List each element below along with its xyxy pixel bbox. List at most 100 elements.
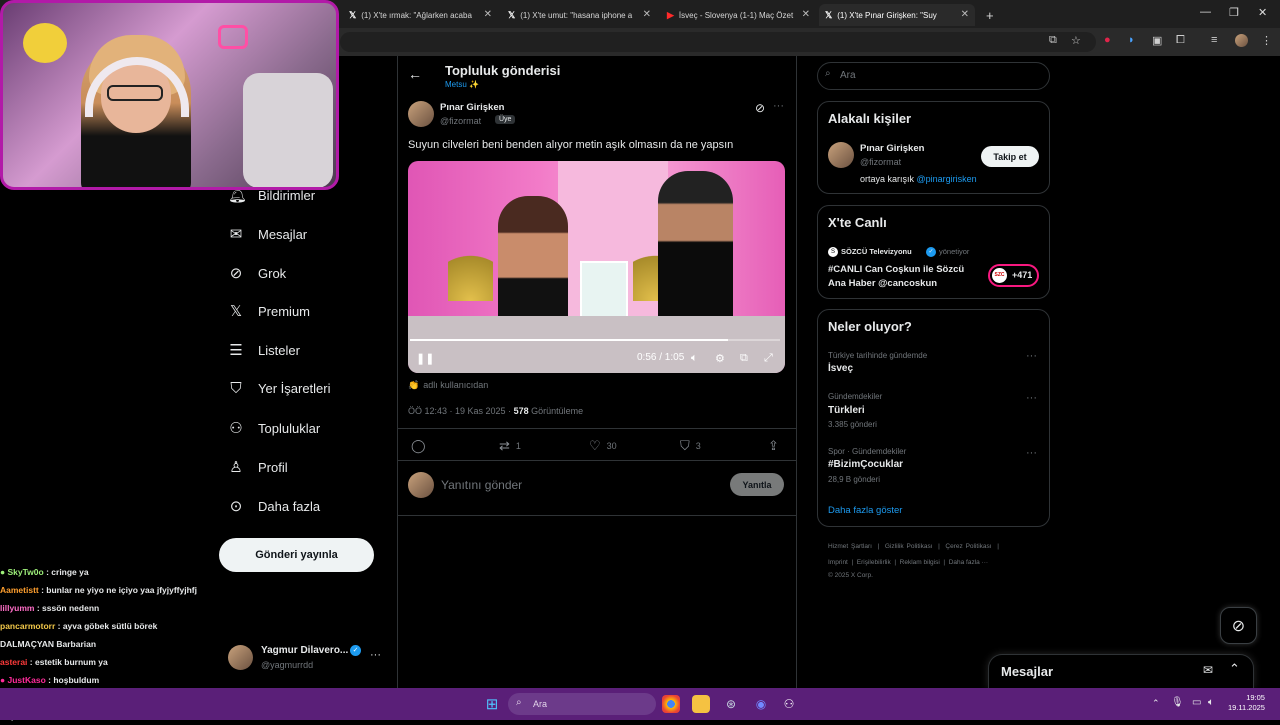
live-listeners[interactable]: SZC +471 <box>988 264 1039 287</box>
volume-icon[interactable]: 🔈︎ <box>1208 697 1214 708</box>
star-icon[interactable]: ☆ <box>1071 34 1081 47</box>
folder-icon[interactable] <box>692 695 710 713</box>
footer-link[interactable]: Daha fazla ··· <box>949 559 988 566</box>
more-icon[interactable]: ··· <box>773 100 784 112</box>
browser-tab-3[interactable]: ▶ İsveç - Slovenya (1-1) Maç Özet ✕ <box>661 4 816 26</box>
trend-name[interactable]: İsveç <box>828 363 853 374</box>
nav-item-premium[interactable]: 𝕏 Premium <box>228 302 310 320</box>
trend-name[interactable]: Türkleri <box>828 405 865 416</box>
author-handle[interactable]: @fizormat <box>440 116 481 126</box>
install-icon[interactable]: ⧉ <box>1049 34 1057 47</box>
media-icon[interactable]: ≡ <box>1211 34 1217 46</box>
show-more-link[interactable]: Daha fazla göster <box>828 505 902 516</box>
post-button[interactable]: Gönderi yayınla <box>219 538 374 572</box>
nav-item-profile[interactable]: ♙ Profil <box>228 458 287 476</box>
close-icon[interactable]: ✕ <box>484 9 492 20</box>
video-progress-bar[interactable] <box>410 339 780 341</box>
close-icon[interactable]: ✕ <box>961 9 969 20</box>
network-icon[interactable]: ▭ <box>1192 697 1201 708</box>
footer-link[interactable]: Gizlilik Politikası <box>885 543 933 550</box>
related-name[interactable]: Pınar Girişken <box>860 143 924 154</box>
nav-item-communities[interactable]: ⚇ Topluluklar <box>228 419 320 437</box>
messages-drawer[interactable]: Mesajlar ✉ ⌃ <box>988 654 1254 688</box>
chat-username[interactable]: lillyumm <box>0 603 34 613</box>
author-name[interactable]: Pınar Girişken <box>440 102 504 113</box>
nav-item-grok[interactable]: ⊘ Grok <box>228 264 286 282</box>
post-video[interactable] <box>408 161 785 373</box>
nav-item-bookmarks[interactable]: ⛉ Yer İşaretleri <box>228 380 330 397</box>
chrome-icon[interactable] <box>662 695 680 713</box>
browser-tab-2[interactable]: 𝕏 (1) X'te umut: "hasana iphone a ✕ <box>502 4 657 26</box>
trend-name[interactable]: #BizimÇocuklar <box>828 459 903 470</box>
maximize-icon[interactable]: ❐ <box>1229 6 1239 19</box>
account-switcher[interactable]: Yagmur Dilavero... ✓ @yagmurrdd ··· <box>228 645 388 675</box>
volume-icon[interactable]: 🔈︎ <box>691 352 698 365</box>
more-icon[interactable]: ··· <box>1026 350 1037 362</box>
puzzle-icon[interactable]: ⧠ <box>1176 34 1185 47</box>
close-window-icon[interactable]: ✕ <box>1258 6 1267 19</box>
grok-button[interactable]: ⊘ <box>1220 607 1257 644</box>
more-icon[interactable]: ··· <box>1026 447 1037 459</box>
expand-icon[interactable]: ⌃ <box>1229 661 1240 677</box>
follow-button[interactable]: Takip et <box>981 146 1039 167</box>
bookmark-button[interactable]: ⛉ 3 <box>680 438 701 454</box>
pause-icon[interactable]: ❚❚ <box>416 352 434 365</box>
avatar[interactable] <box>828 142 854 168</box>
reply-submit-button[interactable]: Yanıtla <box>730 473 784 496</box>
repost-button[interactable]: ⇄ 1 <box>499 438 521 454</box>
browser-tab-1[interactable]: 𝕏 (1) X'te ırmak: "Ağlarken acaba ✕ <box>343 4 498 26</box>
live-channel[interactable]: SÖZCÜ Televizyonu <box>841 247 912 256</box>
reply-button[interactable]: ◯ <box>411 438 426 454</box>
app-icon[interactable]: ⚇ <box>780 695 798 713</box>
fullscreen-icon[interactable]: ⤢ <box>764 352 773 365</box>
clock[interactable]: 19:05 19.11.2025 <box>1228 693 1265 713</box>
grok-icon[interactable]: ⊘ <box>755 101 765 115</box>
footer-link[interactable]: Hizmet Şartları <box>828 543 872 550</box>
related-handle[interactable]: @fizormat <box>860 157 901 167</box>
url-field[interactable] <box>340 32 1096 52</box>
tray-arrow-icon[interactable]: ⌃ <box>1152 698 1160 709</box>
menu-icon[interactable]: ⋮ <box>1261 34 1272 47</box>
live-line-1[interactable]: #CANLI Can Coşkun ile Sözcü <box>828 264 964 275</box>
extension-icon[interactable]: ◗ <box>1128 34 1135 46</box>
reply-input[interactable]: Yanıtını gönder <box>441 478 522 492</box>
discord-icon[interactable]: ◉ <box>752 695 770 713</box>
chat-username[interactable]: pancarmotorr <box>0 621 55 631</box>
bio-link[interactable]: @pinargirisken <box>917 174 977 184</box>
chat-username[interactable]: SkyTw0o <box>8 567 44 577</box>
footer-link[interactable]: Reklam bilgisi <box>900 559 940 566</box>
more-icon[interactable]: ··· <box>1026 392 1037 404</box>
profile-avatar-icon[interactable] <box>1235 34 1248 47</box>
close-icon[interactable]: ✕ <box>643 9 651 20</box>
chat-username[interactable]: asterai <box>0 657 27 667</box>
chat-username[interactable]: JustKaso <box>8 675 46 685</box>
nav-item-lists[interactable]: ☰ Listeler <box>228 341 300 359</box>
new-message-icon[interactable]: ✉ <box>1203 663 1213 677</box>
minimize-icon[interactable]: — <box>1200 6 1211 18</box>
nav-item-messages[interactable]: ✉ Mesajlar <box>228 225 307 243</box>
community-name[interactable]: Metsu ✨ <box>445 80 479 89</box>
footer-link[interactable]: Erişilebilirlik <box>857 559 891 566</box>
browser-tab-active[interactable]: 𝕏 (1) X'te Pınar Girişken: "Suy ✕ <box>819 4 975 26</box>
new-tab-button[interactable]: + <box>980 4 998 26</box>
extension-icon[interactable]: ▣ <box>1152 34 1162 47</box>
share-button[interactable]: ⇪ <box>768 438 779 454</box>
windows-start-icon[interactable]: ⊞ <box>483 695 501 713</box>
close-icon[interactable]: ✕ <box>802 9 810 20</box>
post-timestamp[interactable]: ÖÖ 12:43 · 19 Kas 2025 · <box>408 406 514 416</box>
live-line-2[interactable]: Ana Haber @cancoskun <box>828 278 937 289</box>
extension-icon[interactable]: ● <box>1104 34 1111 46</box>
pip-icon[interactable]: ⧉ <box>740 352 748 365</box>
search-input[interactable]: Ara <box>817 62 1050 90</box>
mic-icon[interactable]: 🎙︎ <box>1171 697 1184 708</box>
back-arrow-icon[interactable]: ← <box>408 66 422 82</box>
chat-username[interactable]: Aametistt <box>0 585 39 595</box>
author-avatar[interactable] <box>408 101 434 127</box>
footer-link[interactable]: Imprint <box>828 559 848 566</box>
footer-link[interactable]: Çerez Politikası <box>945 543 991 550</box>
settings-icon[interactable]: ⚙ <box>715 352 725 365</box>
taskbar-search[interactable]: Ara <box>508 693 656 715</box>
nav-item-more[interactable]: ⊙ Daha fazla <box>228 497 320 515</box>
like-button[interactable]: ♡ 30 <box>589 438 617 454</box>
steam-icon[interactable]: ⊛ <box>722 695 740 713</box>
